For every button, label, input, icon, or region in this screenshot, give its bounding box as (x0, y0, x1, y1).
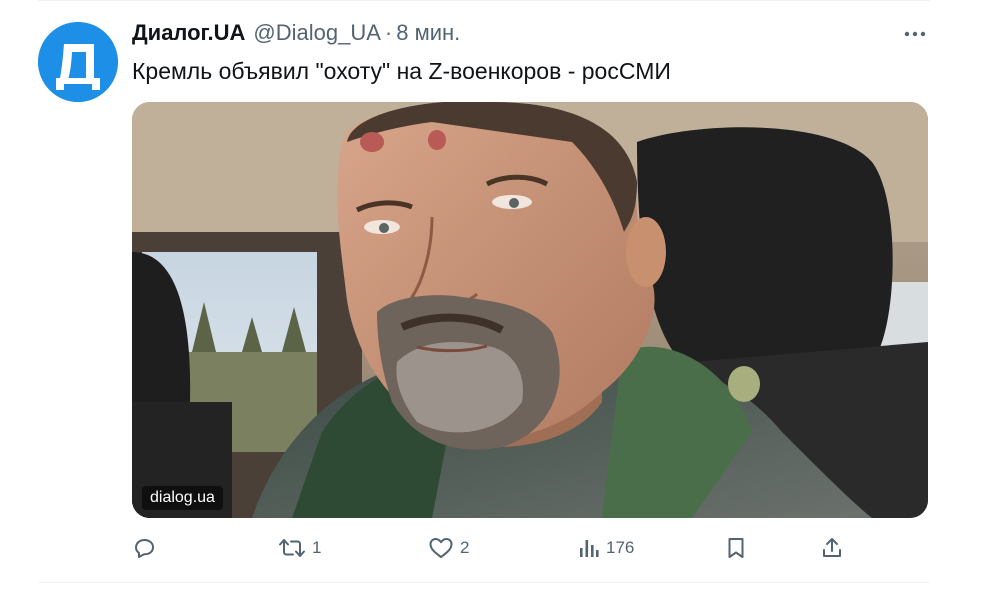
tweet-media-image[interactable]: dialog.ua (132, 102, 928, 518)
reply-button[interactable] (132, 534, 162, 562)
views-button[interactable]: 176 (578, 534, 634, 562)
separator-dot: · (384, 20, 393, 45)
author-handle[interactable]: @Dialog_UA (253, 20, 381, 46)
reply-icon (135, 539, 154, 558)
like-count: 2 (460, 538, 470, 557)
top-divider (38, 0, 930, 1)
tweet-header: Диалог.UA @Dialog_UA · 8 мин. (132, 20, 460, 50)
views-count: 176 (606, 538, 635, 557)
like-button[interactable]: 2 (428, 534, 469, 562)
views-chart-icon (580, 540, 599, 557)
share-icon (823, 538, 841, 557)
retweet-icon (279, 539, 305, 557)
media-watermark: dialog.ua (142, 486, 223, 510)
bottom-divider (38, 582, 930, 583)
photo-man-in-car-icon (132, 102, 928, 518)
retweet-count: 1 (312, 538, 322, 557)
heart-icon (429, 538, 453, 558)
tweet-actions: 1 2 176 (132, 530, 928, 566)
timestamp[interactable]: 8 мин. (396, 20, 460, 46)
author-name[interactable]: Диалог.UA (132, 20, 245, 46)
share-button[interactable] (820, 534, 844, 562)
tweet-text: Кремль объявил "охоту" на Z-военкоров - … (132, 58, 671, 84)
bookmark-icon (728, 538, 744, 558)
retweet-button[interactable]: 1 (278, 534, 321, 562)
more-options-button[interactable] (900, 22, 930, 46)
more-dots-icon (904, 31, 926, 37)
bookmark-button[interactable] (724, 534, 748, 562)
avatar[interactable] (38, 22, 118, 102)
